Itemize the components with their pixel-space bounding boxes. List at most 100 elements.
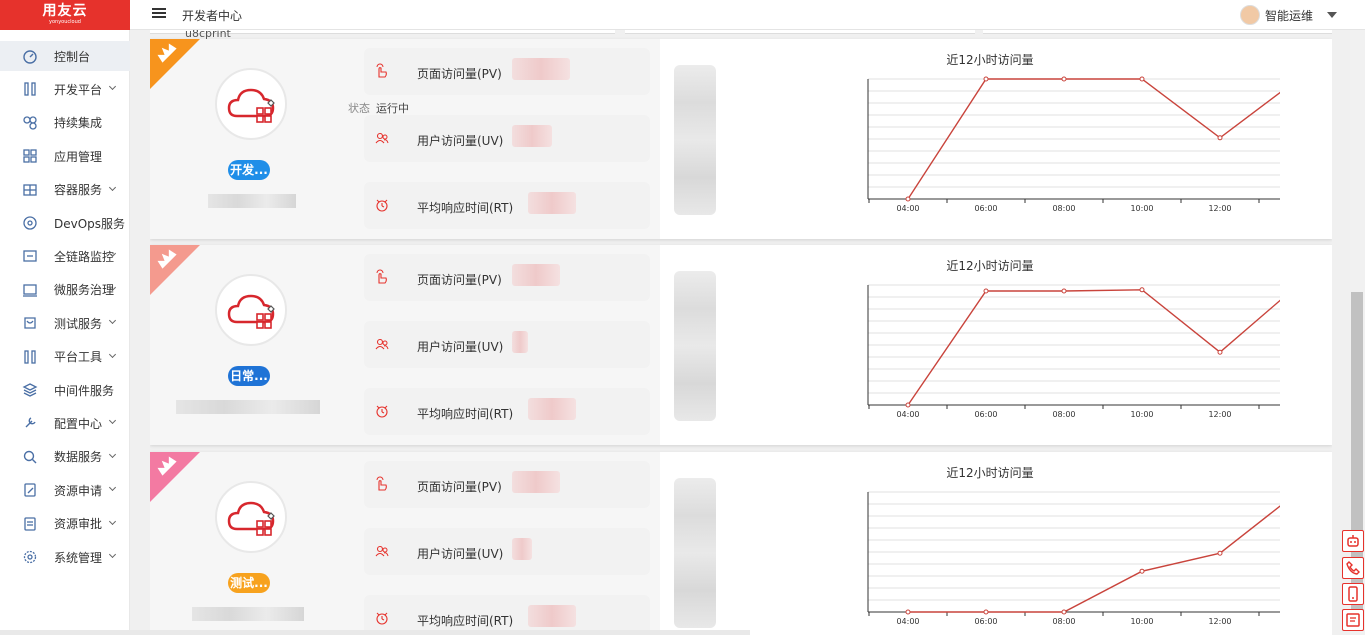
sidebar-item-label: 数据服务 [54, 450, 103, 465]
users-icon [375, 338, 389, 350]
sidebar-item[interactable]: 全链路监控 [0, 241, 130, 271]
environment-tag[interactable]: 日常... [228, 366, 270, 386]
chevron-down-icon [108, 183, 117, 191]
metric-value-blurred [512, 264, 560, 286]
cloud-app-icon [227, 294, 275, 329]
metric-label: 平均响应时间(RT) [417, 614, 514, 628]
brand-logo[interactable]: 用友云 yonyoucloud [0, 0, 130, 30]
container-icon [23, 183, 37, 196]
app-logo[interactable] [215, 68, 287, 140]
cloud-app-icon [227, 501, 275, 536]
tools-icon [24, 349, 36, 364]
app-name-blurred [176, 400, 320, 414]
app-card: 开发... 页面访问量(PV) 用户访问量(UV) 平均响应时间(RT) 近12小时访问… [150, 39, 1332, 239]
metric-value-blurred [512, 58, 570, 80]
sidebar-item[interactable]: 应用管理 [0, 141, 130, 171]
env-ribbon [150, 452, 200, 502]
metric-uv: 用户访问量(UV) [364, 528, 650, 575]
alarm-clock-icon [376, 199, 388, 212]
sidebar-item-label: 控制台 [54, 49, 91, 64]
dev-platform-icon [24, 82, 36, 97]
app-logo[interactable] [215, 481, 287, 553]
resource-approve-icon [24, 516, 36, 531]
metric-rt: 平均响应时间(RT) [364, 388, 650, 435]
data-point[interactable] [905, 402, 911, 408]
data-point[interactable] [1217, 550, 1223, 556]
sidebar-item[interactable]: 测试服务 [0, 308, 130, 338]
sidebar-item[interactable]: 资源申请 [0, 475, 130, 505]
sidebar-item[interactable]: 平台工具 [0, 342, 130, 372]
data-point[interactable] [983, 609, 989, 615]
sidebar-item[interactable]: 系统管理 [0, 542, 130, 572]
devops-icon [23, 216, 37, 230]
sidebar-item-label: 资源申请 [54, 483, 103, 498]
hand-pointer-icon [376, 476, 387, 491]
data-point[interactable] [1217, 135, 1223, 141]
hamburger-menu-icon[interactable] [152, 6, 166, 20]
sidebar-item[interactable]: 数据服务 [0, 442, 130, 472]
app-card-summary: 日常... [150, 245, 350, 445]
environment-tag[interactable]: 开发... [228, 160, 270, 180]
x-tick-label: 04:00 [896, 617, 919, 626]
metric-label: 页面访问量(PV) [417, 273, 502, 287]
app-card-summary: 测试... [150, 452, 350, 635]
phone-icon[interactable] [1342, 557, 1364, 579]
metric-label: 用户访问量(UV) [417, 547, 504, 561]
data-point[interactable] [1061, 76, 1067, 82]
sidebar-item[interactable]: 持续集成 [0, 108, 130, 138]
data-point[interactable] [1139, 568, 1145, 574]
x-tick-label: 04:00 [896, 410, 919, 419]
x-tick-label: 12:00 [1208, 204, 1231, 213]
feedback-icon[interactable] [1342, 609, 1364, 631]
sidebar-item[interactable]: 中间件服务 [0, 375, 130, 405]
cloud-app-icon [227, 88, 275, 123]
metrics-panel: 页面访问量(PV) 用户访问量(UV) 平均响应时间(RT) [350, 39, 660, 239]
metric-pv: 页面访问量(PV) [364, 461, 650, 508]
data-point[interactable] [1061, 288, 1067, 294]
data-point[interactable] [983, 76, 989, 82]
hand-pointer-icon [376, 63, 387, 78]
sidebar-item-label: 配置中心 [54, 416, 103, 431]
robot-icon[interactable] [1342, 530, 1364, 552]
data-point[interactable] [983, 288, 989, 294]
sidebar-item[interactable]: 开发平台 [0, 74, 130, 104]
data-point[interactable] [1217, 349, 1223, 355]
data-point[interactable] [1139, 287, 1145, 293]
mobile-icon[interactable] [1342, 583, 1364, 605]
grid-icon [23, 149, 37, 163]
data-point[interactable] [905, 196, 911, 202]
app-logo[interactable] [215, 274, 287, 346]
main-content: u8cprint 开发... 页面访问量(PV) 用户访问量(UV) 平均响应时间(R… [150, 30, 1332, 635]
dashboard-icon [23, 50, 37, 64]
x-tick-label: 08:00 [1052, 204, 1075, 213]
x-tick-label: 08:00 [1052, 617, 1075, 626]
metric-value-blurred [528, 398, 576, 420]
sidebar-item[interactable]: 配置中心 [0, 408, 130, 438]
sidebar-item[interactable]: DevOps服务 [0, 208, 130, 238]
line-chart: 04:0006:0008:0010:0012:0014:0016:00 [867, 76, 1280, 213]
chevron-down-icon [108, 417, 117, 425]
top-bar: 用友云 yonyoucloud 开发者中心 智能运维 [0, 0, 1365, 30]
data-point[interactable] [1061, 609, 1067, 615]
data-point[interactable] [905, 609, 911, 615]
x-tick-label: 12:00 [1208, 410, 1231, 419]
horizontal-scrollbar[interactable] [0, 630, 750, 635]
sidebar-item[interactable]: 微服务治理 [0, 275, 130, 305]
chevron-down-icon [108, 350, 117, 358]
metric-label: 用户访问量(UV) [417, 134, 504, 148]
user-menu[interactable]: 智能运维 [1240, 5, 1338, 25]
app-name-blurred [208, 194, 296, 208]
sidebar-item[interactable]: 容器服务 [0, 175, 130, 205]
partial-card-row [150, 30, 1332, 38]
status-value: 运行中 [376, 102, 409, 115]
alarm-clock-icon [376, 405, 388, 418]
data-point[interactable] [1139, 76, 1145, 82]
sidebar-item-label: 资源审批 [54, 517, 103, 532]
sidebar-item[interactable]: 控制台 [0, 41, 130, 71]
chevron-down-icon[interactable] [1327, 12, 1338, 18]
logo-text: 用友云 [42, 3, 88, 19]
sidebar-item[interactable]: 资源审批 [0, 509, 130, 539]
environment-tag[interactable]: 测试... [228, 573, 270, 593]
metric-rt: 平均响应时间(RT) [364, 182, 650, 229]
metric-pv: 页面访问量(PV) [364, 254, 650, 301]
